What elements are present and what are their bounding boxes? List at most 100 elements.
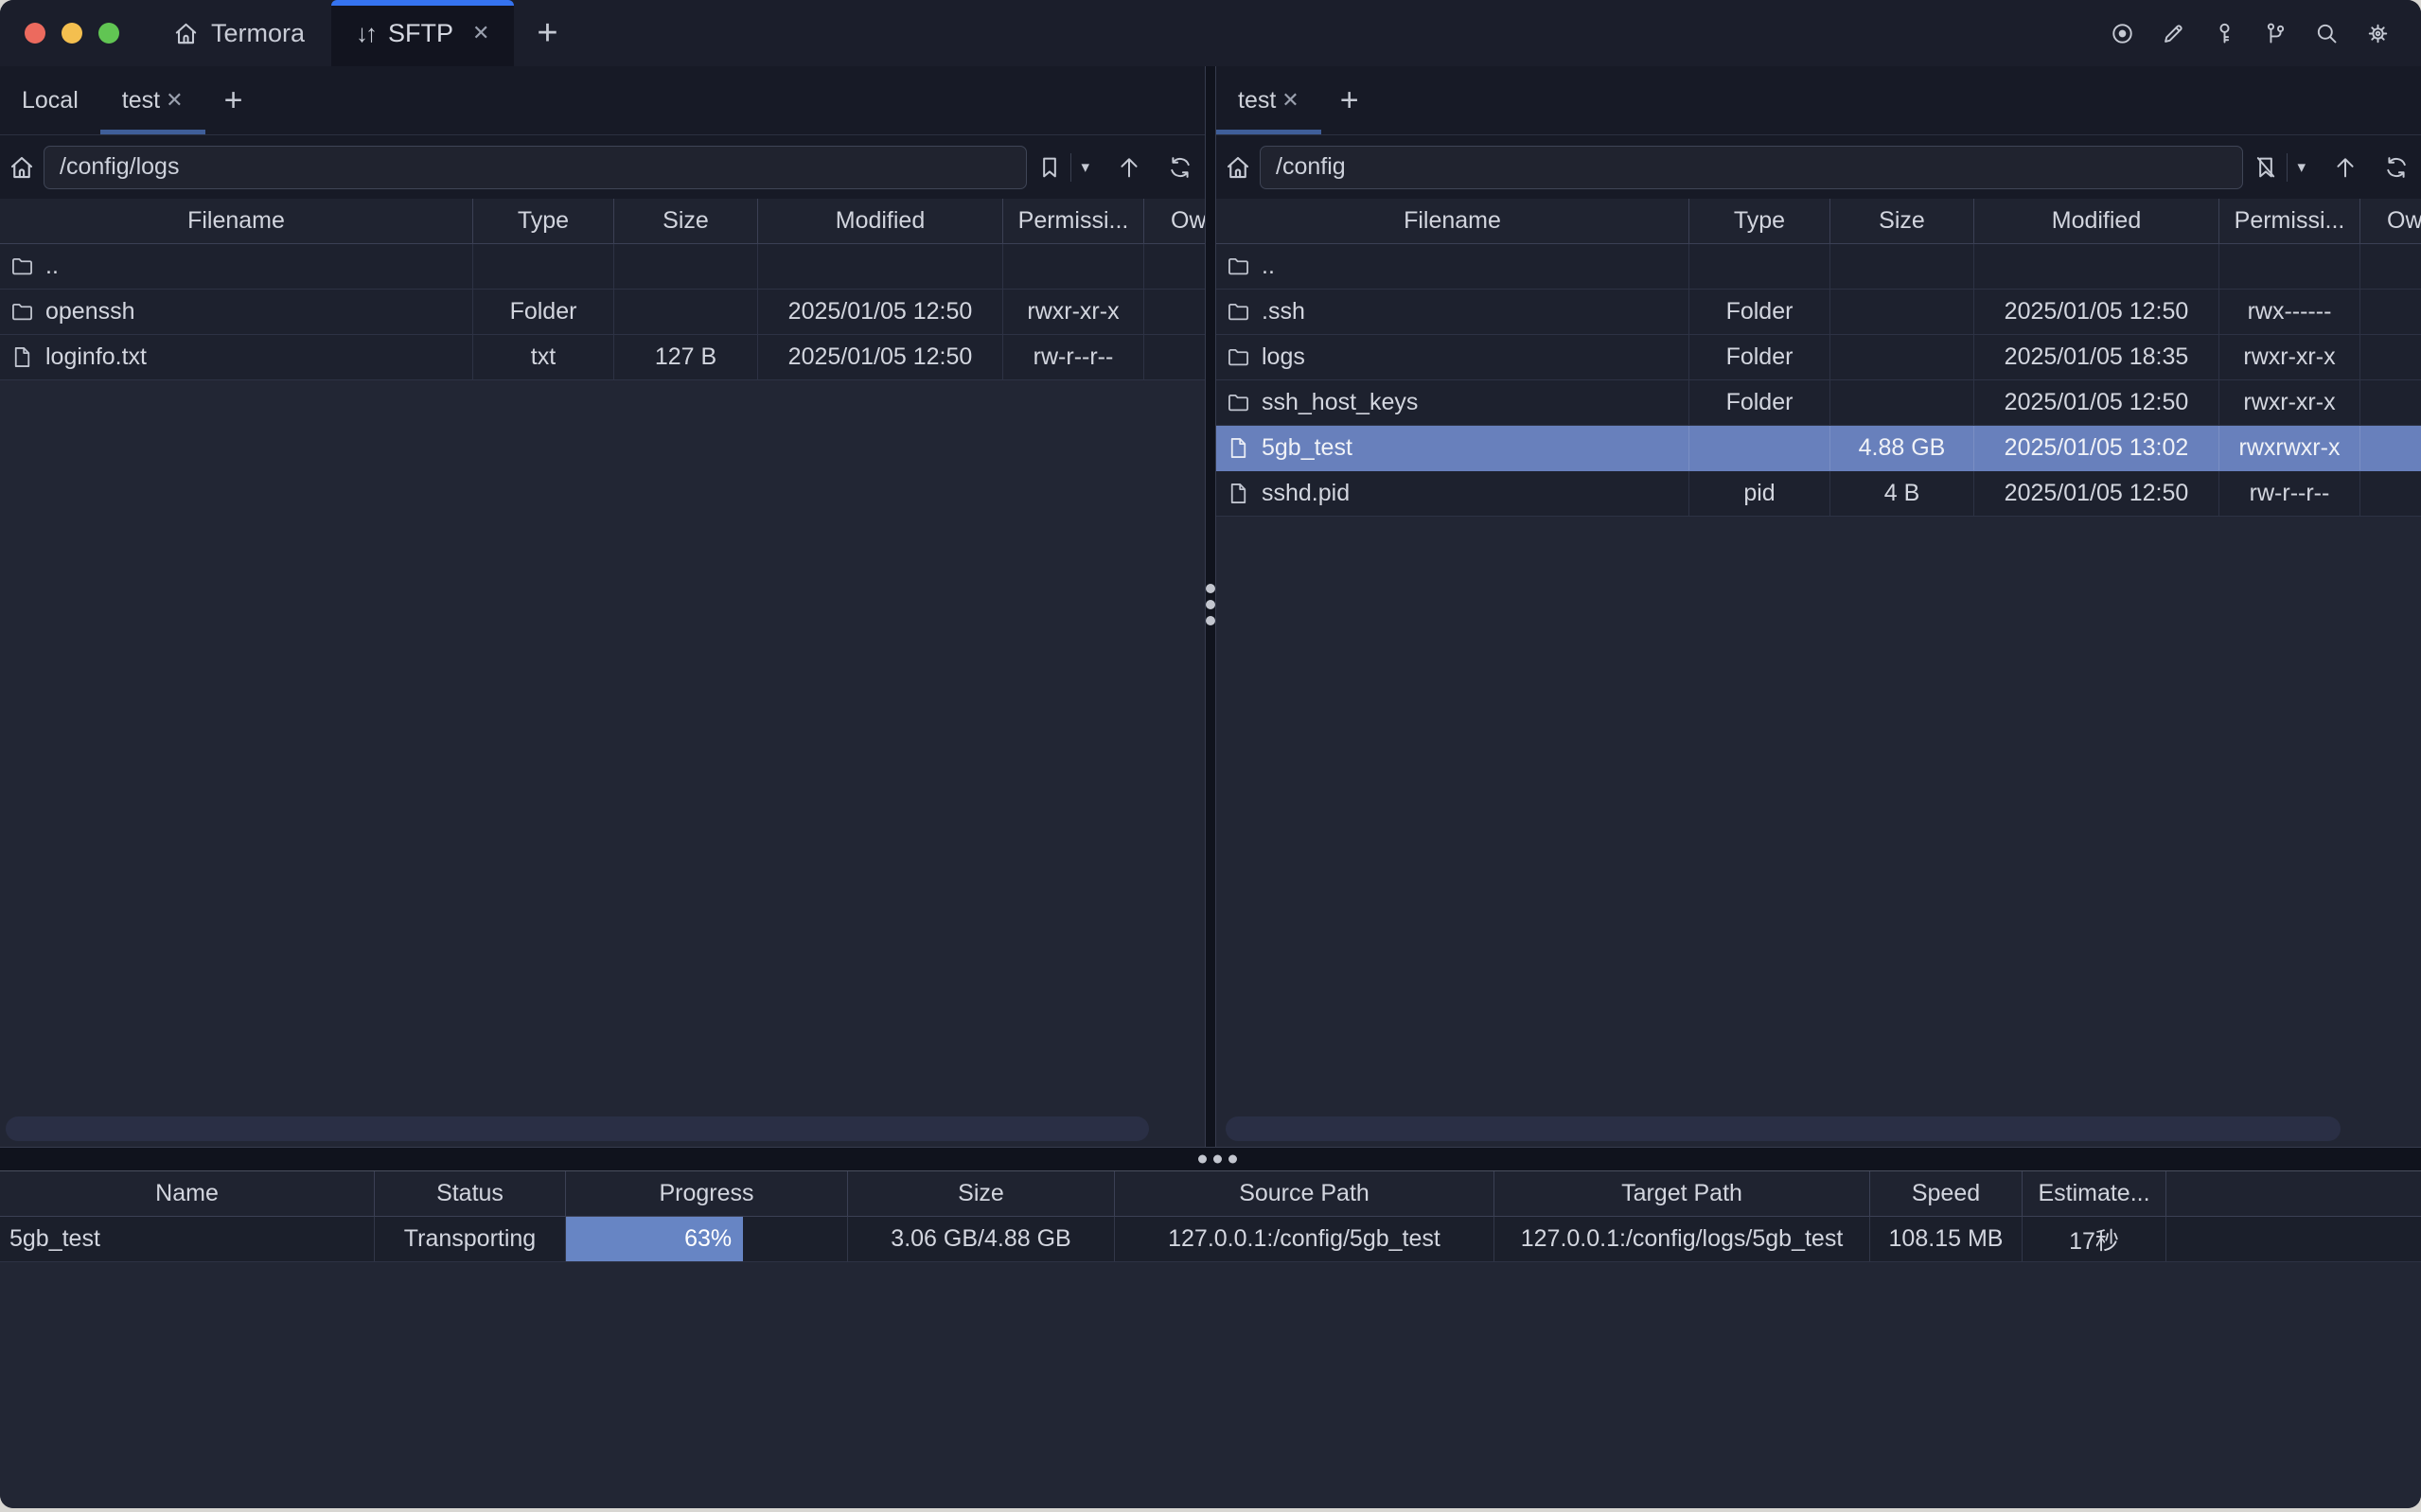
- file-name-cell: .ssh: [1216, 290, 1689, 334]
- file-name: ssh_host_keys: [1262, 389, 1418, 416]
- column-header[interactable]: Ow: [1144, 199, 1205, 243]
- transfer-row[interactable]: 5gb_testTransporting63%3.06 GB/4.88 GB12…: [0, 1217, 2421, 1262]
- column-header[interactable]: Filename: [0, 199, 473, 243]
- minimize-window-button[interactable]: [62, 23, 82, 44]
- tab-sftp[interactable]: ↓↑ SFTP ✕: [331, 0, 514, 66]
- local-horizontal-scrollbar[interactable]: [6, 1116, 1149, 1141]
- bookmark-dropdown-icon[interactable]: ▾: [2293, 158, 2309, 177]
- file-name: 5gb_test: [1262, 434, 1352, 462]
- pane-tab-test-remote[interactable]: test ✕: [1216, 66, 1321, 134]
- tab-termora-home[interactable]: Termora: [146, 0, 331, 66]
- pane-splitter[interactable]: [1205, 66, 1216, 1147]
- column-header[interactable]: Type: [473, 199, 614, 243]
- file-name-cell: 5gb_test: [1216, 426, 1689, 470]
- file-row[interactable]: ssh_host_keysFolder2025/01/05 12:50rwxr-…: [1216, 380, 2421, 426]
- parent-directory-icon[interactable]: [1114, 152, 1144, 183]
- new-pane-tab-button[interactable]: +: [1321, 66, 1378, 134]
- column-header[interactable]: Permissi...: [2219, 199, 2360, 243]
- file-row[interactable]: 5gb_test4.88 GB2025/01/05 13:02rwxrwxr-x: [1216, 426, 2421, 471]
- titlebar: Termora ↓↑ SFTP ✕ +: [0, 0, 2421, 66]
- file-size: [1830, 290, 1974, 334]
- column-header[interactable]: Modified: [758, 199, 1003, 243]
- local-path-input[interactable]: [44, 146, 1027, 189]
- column-header[interactable]: Size: [1830, 199, 1974, 243]
- bookmark-dropdown-icon[interactable]: ▾: [1077, 158, 1093, 177]
- transfer-column-header[interactable]: Name: [0, 1171, 375, 1216]
- pane-tab-close-icon[interactable]: ✕: [1281, 88, 1299, 113]
- refresh-icon[interactable]: [1165, 152, 1195, 183]
- pane-tab-close-icon[interactable]: ✕: [166, 88, 183, 113]
- remote-horizontal-scrollbar[interactable]: [1226, 1116, 2341, 1141]
- bookmark-icon[interactable]: [1034, 152, 1065, 183]
- transfer-column-header[interactable]: Speed: [1870, 1171, 2023, 1216]
- file-permissions: rwxrwxr-x: [2219, 426, 2360, 470]
- file-owner: [2360, 290, 2421, 334]
- file-row[interactable]: ..: [1216, 244, 2421, 290]
- zoom-window-button[interactable]: [98, 23, 119, 44]
- file-icon: [1226, 435, 1251, 461]
- close-window-button[interactable]: [25, 23, 45, 44]
- file-permissions: rw-r--r--: [1003, 335, 1144, 379]
- pane-tab-test-label: test: [122, 87, 160, 114]
- file-owner: [2360, 380, 2421, 425]
- file-modified: [758, 244, 1003, 289]
- parent-directory-icon[interactable]: [2330, 152, 2360, 183]
- termora-window: Termora ↓↑ SFTP ✕ +: [0, 0, 2421, 1508]
- refresh-icon[interactable]: [2381, 152, 2412, 183]
- transfer-column-header[interactable]: Estimate...: [2023, 1171, 2166, 1216]
- transfers-table: NameStatusProgressSizeSource PathTarget …: [0, 1171, 2421, 1262]
- new-main-tab-button[interactable]: +: [514, 0, 580, 66]
- transfer-column-header[interactable]: Source Path: [1115, 1171, 1494, 1216]
- new-pane-tab-button[interactable]: +: [205, 66, 262, 134]
- app-title: Termora: [211, 19, 305, 48]
- settings-icon[interactable]: [2365, 21, 2391, 46]
- remote-file-table-body: ...sshFolder2025/01/05 12:50rwx------log…: [1216, 244, 2421, 517]
- pane-tab-test[interactable]: test ✕: [100, 66, 205, 134]
- column-header[interactable]: Size: [614, 199, 758, 243]
- file-row[interactable]: loginfo.txttxt127 B2025/01/05 12:50rw-r-…: [0, 335, 1205, 380]
- column-header[interactable]: Type: [1689, 199, 1830, 243]
- transfer-speed: 108.15 MB: [1870, 1217, 2023, 1261]
- file-type: [1689, 244, 1830, 289]
- bookmark-slash-icon[interactable]: [2251, 152, 2281, 183]
- home-directory-icon[interactable]: [8, 153, 36, 182]
- transfer-column-header[interactable]: Status: [375, 1171, 566, 1216]
- file-icon: [9, 344, 35, 370]
- file-row[interactable]: .sshFolder2025/01/05 12:50rwx------: [1216, 290, 2421, 335]
- transfer-name: 5gb_test: [0, 1217, 375, 1261]
- local-pathbar: ▾: [0, 135, 1205, 199]
- edit-icon[interactable]: [2161, 21, 2186, 46]
- file-owner: [2360, 471, 2421, 516]
- search-icon[interactable]: [2314, 21, 2340, 46]
- home-directory-icon[interactable]: [1224, 153, 1252, 182]
- tab-sftp-close-icon[interactable]: ✕: [472, 21, 489, 45]
- transfer-filler: [2166, 1217, 2421, 1261]
- pane-tab-local[interactable]: Local: [0, 66, 100, 134]
- file-row[interactable]: opensshFolder2025/01/05 12:50rwxr-xr-x: [0, 290, 1205, 335]
- file-row[interactable]: sshd.pidpid4 B2025/01/05 12:50rw-r--r--: [1216, 471, 2421, 517]
- transfer-column-header[interactable]: Target Path: [1494, 1171, 1870, 1216]
- transfer-column-header[interactable]: Progress: [566, 1171, 848, 1216]
- column-header[interactable]: Permissi...: [1003, 199, 1144, 243]
- transfer-column-header[interactable]: Size: [848, 1171, 1115, 1216]
- file-modified: 2025/01/05 18:35: [1974, 335, 2219, 379]
- column-header[interactable]: Modified: [1974, 199, 2219, 243]
- record-icon[interactable]: [2110, 21, 2135, 46]
- local-pane: Local test ✕ + ▾: [0, 66, 1205, 1147]
- file-modified: 2025/01/05 13:02: [1974, 426, 2219, 470]
- file-icon: [1226, 481, 1251, 506]
- file-size: [614, 290, 758, 334]
- file-size: 4 B: [1830, 471, 1974, 516]
- key-icon[interactable]: [2212, 21, 2237, 46]
- keychain-icon[interactable]: [2263, 21, 2288, 46]
- remote-path-input[interactable]: [1260, 146, 2243, 189]
- folder-icon: [1226, 344, 1251, 370]
- file-name-cell: ..: [0, 244, 473, 289]
- file-row[interactable]: ..: [0, 244, 1205, 290]
- transfers-splitter[interactable]: [0, 1147, 2421, 1171]
- file-permissions: rwxr-xr-x: [1003, 290, 1144, 334]
- file-row[interactable]: logsFolder2025/01/05 18:35rwxr-xr-x: [1216, 335, 2421, 380]
- column-header[interactable]: Ow: [2360, 199, 2421, 243]
- column-header[interactable]: Filename: [1216, 199, 1689, 243]
- file-type: [1689, 426, 1830, 470]
